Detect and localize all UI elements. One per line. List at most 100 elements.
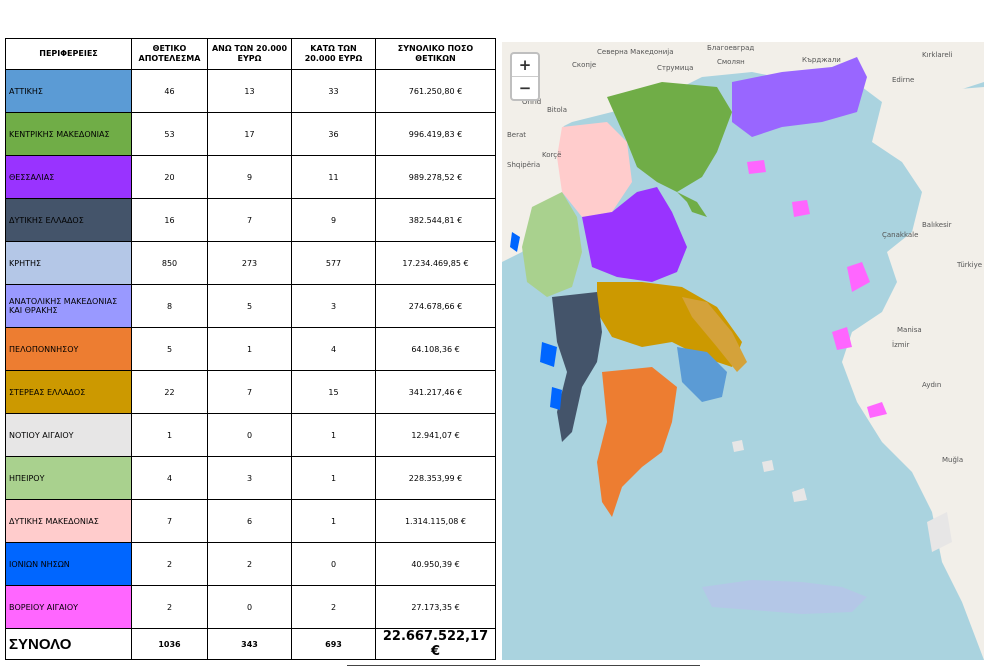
map-place-label: Благоевград	[707, 44, 754, 52]
cell-grand-total: 22.667.522,17 €	[375, 628, 496, 660]
cell-region: ΣΤΕΡΕΑΣ ΕΛΛΑΔΟΣ	[5, 370, 132, 414]
table-row: ΚΕΝΤΡΙΚΗΣ ΜΑΚΕΔΟΝΙΑΣ 53 17 36 996.419,83 €	[5, 112, 496, 156]
cell-total-amount: 27.173,35 €	[375, 585, 496, 629]
cell-below-20000: 1	[291, 456, 376, 500]
cell-positive: 53	[131, 112, 208, 156]
map-place-label: Muğla	[942, 456, 963, 464]
bottom-divider	[347, 665, 700, 666]
cell-below-20000: 36	[291, 112, 376, 156]
map-place-label: Edirne	[892, 76, 914, 84]
region-west-greece	[552, 292, 602, 442]
cell-below-20000: 2	[291, 585, 376, 629]
cell-above-20000: 9	[207, 155, 292, 199]
cell-total-amount: 761.250,80 €	[375, 69, 496, 113]
cell-total-amount: 996.419,83 €	[375, 112, 496, 156]
map-place-label: Çanakkale	[882, 231, 918, 239]
cell-above-20000: 3	[207, 456, 292, 500]
cell-positive: 2	[131, 585, 208, 629]
cell-region: ΠΕΛΟΠΟΝΝΗΣΟΥ	[5, 327, 132, 371]
map-place-label: Kırklareli	[922, 51, 953, 59]
map-place-label: Shqipëria	[507, 161, 540, 169]
cell-below-20000: 33	[291, 69, 376, 113]
table-row: ΠΕΛΟΠΟΝΝΗΣΟΥ 5 1 4 64.108,36 €	[5, 327, 496, 371]
header-regions: ΠΕΡΙΦΕΡΕΙΕΣ	[5, 38, 132, 70]
map-place-label: Струмица	[657, 64, 693, 72]
cell-total-amount: 17.234.469,85 €	[375, 241, 496, 285]
cell-region: ΑΝΑΤΟΛΙΚΗΣ ΜΑΚΕΔΟΝΙΑΣ ΚΑΙ ΘΡΑΚΗΣ	[5, 284, 132, 328]
cell-positive: 4	[131, 456, 208, 500]
zoom-out-button[interactable]: −	[512, 76, 538, 99]
map-place-label: Bitola	[547, 106, 567, 114]
map-place-label: İzmir	[892, 340, 910, 349]
region-north-aegean-2	[847, 262, 870, 292]
cell-total-amount: 40.950,39 €	[375, 542, 496, 586]
cell-above-20000: 5	[207, 284, 292, 328]
region-south-aegean-3	[792, 488, 807, 502]
map-place-label: Aydın	[922, 381, 941, 389]
cell-above-20000: 13	[207, 69, 292, 113]
map-canvas: Северна МакедонијаСкопје Струмица Благоевг…	[502, 42, 984, 660]
table-row: ΝΟΤΙΟΥ ΑΙΓΑΙΟΥ 1 0 1 12.941,07 €	[5, 413, 496, 457]
cell-below-20000: 4	[291, 327, 376, 371]
cell-below-20000: 1	[291, 499, 376, 543]
cell-total-amount: 1.314.115,08 €	[375, 499, 496, 543]
cell-region: ΔΥΤΙΚΗΣ ΜΑΚΕΔΟΝΙΑΣ	[5, 499, 132, 543]
map-place-label: Северна Македонија	[597, 48, 674, 56]
cell-positive: 5	[131, 327, 208, 371]
zoom-control: + −	[510, 52, 540, 101]
cell-region: ΝΟΤΙΟΥ ΑΙΓΑΙΟΥ	[5, 413, 132, 457]
cell-region: ΘΕΣΣΑΛΙΑΣ	[5, 155, 132, 199]
cell-region: ΔΥΤΙΚΗΣ ΕΛΛΑΔΟΣ	[5, 198, 132, 242]
table-header-row: ΠΕΡΙΦΕΡΕΙΕΣ ΘΕΤΙΚΟ ΑΠΟΤΕΛΕΣΜΑ ΑΝΩ ΤΩΝ 20…	[5, 38, 496, 70]
cell-total-label: ΣΥΝΟΛΟ	[5, 628, 132, 660]
cell-positive: 46	[131, 69, 208, 113]
cell-total-amount: 382.544,81 €	[375, 198, 496, 242]
region-ionian-2	[550, 387, 562, 410]
cell-total-amount: 274.678,66 €	[375, 284, 496, 328]
cell-total-amount: 989.278,52 €	[375, 155, 496, 199]
region-peloponnese	[597, 367, 677, 517]
cell-positive: 8	[131, 284, 208, 328]
cell-total-positive: 1036	[131, 628, 208, 660]
table-row: ΑΝΑΤΟΛΙΚΗΣ ΜΑΚΕΔΟΝΙΑΣ ΚΑΙ ΘΡΑΚΗΣ 8 5 3 274.6…	[5, 284, 496, 328]
zoom-in-button[interactable]: +	[512, 54, 538, 76]
cell-below-20000: 577	[291, 241, 376, 285]
cell-positive: 20	[131, 155, 208, 199]
cell-above-20000: 0	[207, 413, 292, 457]
cell-total-amount: 12.941,07 €	[375, 413, 496, 457]
cell-below-20000: 3	[291, 284, 376, 328]
cell-above-20000: 273	[207, 241, 292, 285]
cell-region: ΙΟΝΙΩΝ ΝΗΣΩΝ	[5, 542, 132, 586]
cell-above-20000: 2	[207, 542, 292, 586]
cell-positive: 850	[131, 241, 208, 285]
map-place-label: Смолян	[717, 58, 745, 66]
cell-total-amount: 228.353,99 €	[375, 456, 496, 500]
table-row: ΔΥΤΙΚΗΣ ΜΑΚΕΔΟΝΙΑΣ 7 6 1 1.314.115,08 €	[5, 499, 496, 543]
cell-total-below: 693	[291, 628, 376, 660]
map-place-label: Кърджали	[802, 56, 841, 64]
land-turkey	[842, 87, 984, 660]
region-north-aegean-3	[832, 327, 852, 350]
table-row: ΑΤΤΙΚΗΣ 46 13 33 761.250,80 €	[5, 69, 496, 113]
cell-positive: 7	[131, 499, 208, 543]
region-south-aegean-2	[762, 460, 774, 472]
map-place-label: Manisa	[897, 326, 922, 334]
cell-positive: 16	[131, 198, 208, 242]
region-ionian-1	[540, 342, 557, 367]
table-row: ΘΕΣΣΑΛΙΑΣ 20 9 11 989.278,52 €	[5, 155, 496, 199]
cell-above-20000: 6	[207, 499, 292, 543]
map-place-label: Balıkesir	[922, 221, 952, 229]
cell-region: ΑΤΤΙΚΗΣ	[5, 69, 132, 113]
table-row: ΔΥΤΙΚΗΣ ΕΛΛΑΔΟΣ 16 7 9 382.544,81 €	[5, 198, 496, 242]
cell-total-amount: 341.217,46 €	[375, 370, 496, 414]
cell-above-20000: 17	[207, 112, 292, 156]
cell-below-20000: 1	[291, 413, 376, 457]
cell-below-20000: 11	[291, 155, 376, 199]
greece-regions-map[interactable]: + − Северна Македонија Скопје Струмица Б…	[502, 42, 984, 660]
cell-positive: 22	[131, 370, 208, 414]
cell-region: ΚΕΝΤΡΙΚΗΣ ΜΑΚΕΔΟΝΙΑΣ	[5, 112, 132, 156]
cell-above-20000: 7	[207, 198, 292, 242]
header-above-20000: ΑΝΩ ΤΩΝ 20.000 ΕΥΡΩ	[207, 38, 292, 70]
regions-table: ΠΕΡΙΦΕΡΕΙΕΣ ΘΕΤΙΚΟ ΑΠΟΤΕΛΕΣΜΑ ΑΝΩ ΤΩΝ 20…	[5, 38, 496, 660]
cell-total-amount: 64.108,36 €	[375, 327, 496, 371]
